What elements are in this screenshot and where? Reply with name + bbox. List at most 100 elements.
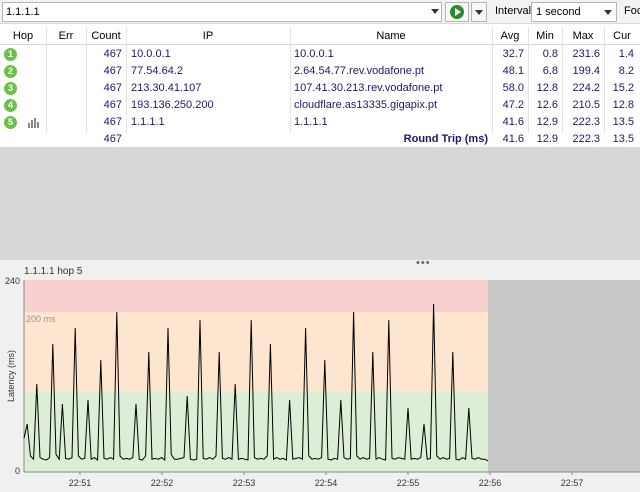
chevron-down-icon bbox=[604, 10, 612, 15]
cell-avg: 41.6 bbox=[502, 116, 524, 128]
chevron-down-icon[interactable] bbox=[431, 9, 439, 14]
cell-cur: 13.5 bbox=[612, 116, 634, 128]
target-input[interactable] bbox=[6, 4, 426, 20]
cell-max: 224.2 bbox=[572, 82, 600, 94]
cell-min: 12.8 bbox=[536, 82, 558, 94]
table-header: Hop Err Count IP Name Avg Min Max Cur bbox=[0, 27, 640, 45]
hop-number-icon: 5 bbox=[4, 116, 17, 129]
cell-max: 231.6 bbox=[572, 48, 600, 60]
cell-name: 1.1.1.1 bbox=[294, 116, 328, 128]
interval-label: Interval bbox=[495, 5, 532, 17]
y-tick-label: 240 bbox=[5, 276, 20, 286]
column-divider bbox=[126, 27, 127, 133]
cell-min: 12.6 bbox=[536, 99, 558, 111]
column-header-ip[interactable]: IP bbox=[126, 30, 290, 42]
column-divider bbox=[46, 27, 47, 133]
column-header-cur[interactable]: Cur bbox=[604, 30, 640, 42]
column-header-min[interactable]: Min bbox=[528, 30, 562, 42]
column-divider bbox=[528, 27, 529, 133]
column-header-count[interactable]: Count bbox=[86, 30, 126, 42]
column-header-hop[interactable]: Hop bbox=[0, 30, 46, 42]
latency-zone bbox=[24, 312, 488, 392]
cell-cur: 15.2 bbox=[612, 82, 634, 94]
cell-count: 467 bbox=[103, 48, 122, 60]
hop-number-icon: 1 bbox=[4, 48, 17, 61]
latency-zone bbox=[24, 280, 488, 312]
cell-count: 467 bbox=[103, 82, 122, 94]
summary-min: 12.9 bbox=[536, 133, 558, 145]
cell-avg: 48.1 bbox=[502, 65, 524, 77]
future-area bbox=[488, 280, 640, 472]
start-options-dropdown[interactable] bbox=[471, 2, 487, 22]
x-tick-label: 22:56 bbox=[479, 478, 502, 488]
cell-avg: 58.0 bbox=[502, 82, 524, 94]
cell-cur: 1.4 bbox=[618, 48, 634, 60]
hop-number-icon: 4 bbox=[4, 99, 17, 112]
column-header-max[interactable]: Max bbox=[562, 30, 604, 42]
summary-cur: 13.5 bbox=[612, 133, 634, 145]
latency-zone bbox=[24, 392, 488, 472]
bar-graph-icon bbox=[28, 118, 40, 128]
column-divider bbox=[290, 27, 291, 133]
cell-min: 12.9 bbox=[536, 116, 558, 128]
hop-number-icon: 3 bbox=[4, 82, 17, 95]
cell-cur: 8.2 bbox=[618, 65, 634, 77]
chevron-down-icon bbox=[475, 10, 483, 15]
cell-count: 467 bbox=[103, 65, 122, 77]
summary-avg: 41.6 bbox=[502, 133, 524, 145]
cell-name: 2.64.54.77.rev.vodafone.pt bbox=[294, 65, 425, 77]
table-row[interactable]: 4 467 193.136.250.200 cloudflare.as13335.gi… bbox=[0, 97, 640, 114]
summary-max: 222.3 bbox=[572, 133, 600, 145]
column-divider bbox=[492, 27, 493, 133]
cell-min: 6.8 bbox=[542, 65, 558, 77]
cell-name: 107.41.30.213.rev.vodafone.pt bbox=[294, 82, 443, 94]
cell-avg: 47.2 bbox=[502, 99, 524, 111]
cell-count: 467 bbox=[103, 99, 122, 111]
column-header-avg[interactable]: Avg bbox=[492, 30, 528, 42]
summary-label: Round Trip (ms) bbox=[403, 133, 488, 145]
hop-number-icon: 2 bbox=[4, 65, 17, 78]
cell-ip: 193.136.250.200 bbox=[131, 99, 214, 111]
cell-min: 0.8 bbox=[542, 48, 558, 60]
x-tick-label: 22:51 bbox=[69, 478, 92, 488]
y-tick-label: 0 bbox=[15, 466, 20, 476]
cell-max: 199.4 bbox=[572, 65, 600, 77]
column-divider bbox=[604, 27, 605, 133]
latency-chart[interactable]: 200 ms 240 0 Latency (ms) 22:51 22:52 22:53 22:… bbox=[0, 266, 640, 492]
summary-count: 467 bbox=[103, 133, 122, 145]
start-trace-button[interactable] bbox=[445, 2, 469, 22]
x-tick-label: 22:52 bbox=[151, 478, 174, 488]
table-row[interactable]: 3 467 213.30.41.107 107.41.30.213.rev.vodaf… bbox=[0, 80, 640, 97]
cell-ip: 77.54.64.2 bbox=[131, 65, 183, 77]
target-combobox[interactable] bbox=[2, 2, 442, 22]
empty-table-area bbox=[0, 147, 640, 260]
focus-label: Foc bbox=[624, 5, 640, 17]
table-row[interactable]: 5 467 1.1.1.1 1.1.1.1 41.6 12.9 222.3 13.5 bbox=[0, 114, 640, 131]
cell-max: 222.3 bbox=[572, 116, 600, 128]
column-divider bbox=[86, 27, 87, 133]
table-row[interactable]: 1 467 10.0.0.1 10.0.0.1 32.7 0.8 231.6 1.4 bbox=[0, 46, 640, 63]
x-tick-label: 22:57 bbox=[561, 478, 584, 488]
cell-ip: 213.30.41.107 bbox=[131, 82, 202, 94]
cell-ip: 1.1.1.1 bbox=[131, 116, 165, 128]
cell-max: 210.5 bbox=[572, 99, 600, 111]
toolbar: Interval 1 second Foc bbox=[0, 0, 640, 24]
hops-table: Hop Err Count IP Name Avg Min Max Cur 1 4… bbox=[0, 27, 640, 147]
x-tick-label: 22:53 bbox=[233, 478, 256, 488]
round-trip-summary-row: 467 Round Trip (ms) 41.6 12.9 222.3 13.5 bbox=[0, 131, 640, 147]
column-divider bbox=[562, 27, 563, 133]
x-tick-label: 22:55 bbox=[397, 478, 420, 488]
x-tick-label: 22:54 bbox=[315, 478, 338, 488]
zone-label-200: 200 ms bbox=[26, 314, 56, 324]
interval-select[interactable]: 1 second bbox=[531, 2, 617, 22]
table-row[interactable]: 2 467 77.54.64.2 2.64.54.77.rev.vodafone.pt… bbox=[0, 63, 640, 80]
latency-graph-panel: 1.1.1.1 hop 5 200 ms 240 0 Latency (ms) 22:5… bbox=[0, 266, 640, 492]
interval-value: 1 second bbox=[536, 6, 581, 18]
cell-cur: 12.8 bbox=[612, 99, 634, 111]
cell-avg: 32.7 bbox=[502, 48, 524, 60]
column-header-name[interactable]: Name bbox=[290, 30, 492, 42]
cell-ip: 10.0.0.1 bbox=[131, 48, 171, 60]
cell-name: 10.0.0.1 bbox=[294, 48, 334, 60]
cell-count: 467 bbox=[103, 116, 122, 128]
column-header-err[interactable]: Err bbox=[46, 30, 86, 42]
